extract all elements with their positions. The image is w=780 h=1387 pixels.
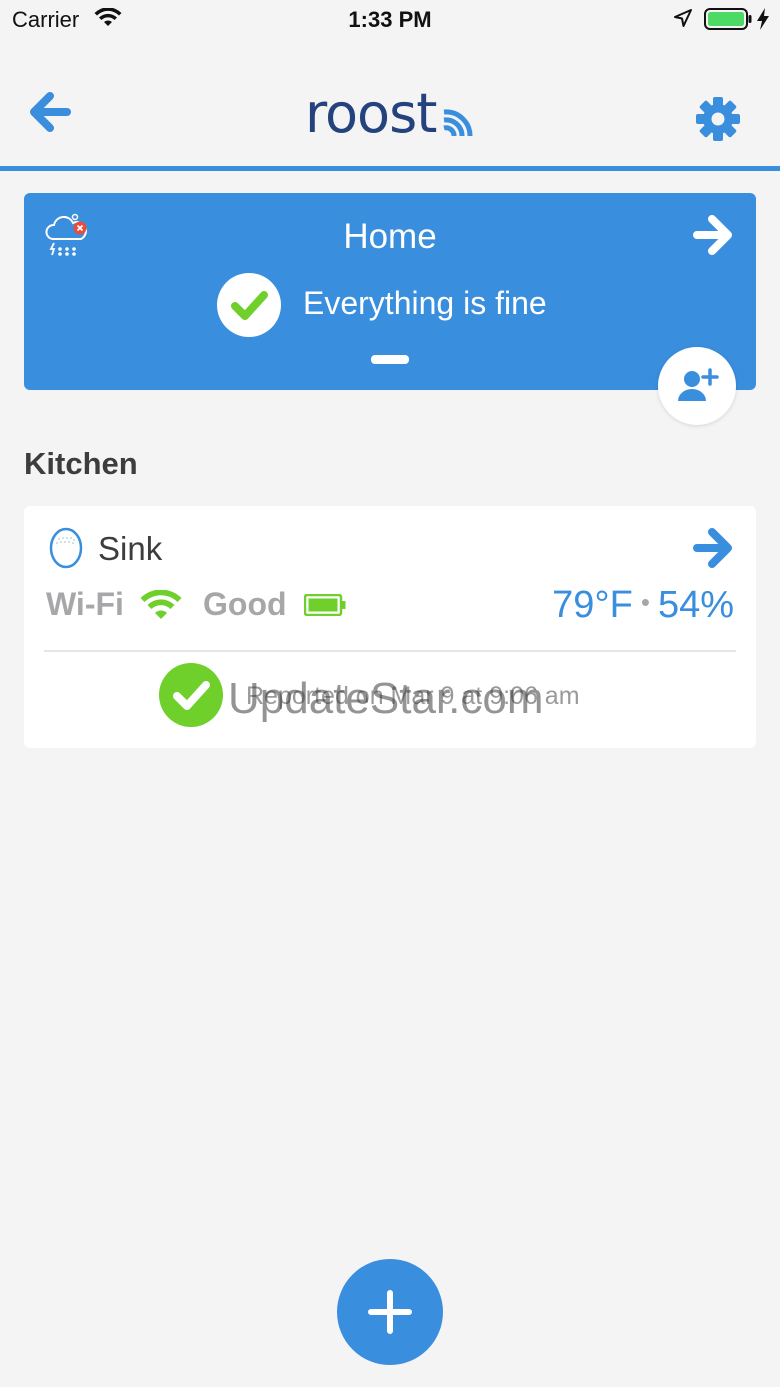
- add-user-button[interactable]: [658, 347, 736, 425]
- location-arrow-icon: [674, 9, 692, 32]
- gear-icon: [694, 97, 742, 147]
- clock: 1:33 PM: [348, 7, 432, 32]
- water-sensor-icon: [48, 527, 84, 574]
- nav-bar: roost: [0, 40, 780, 166]
- wifi-signal-icon: [140, 589, 182, 625]
- add-user-icon: [678, 368, 719, 401]
- page-indicator[interactable]: [371, 355, 409, 364]
- sensor-readings: 79°F • 54%: [552, 584, 734, 627]
- signal-quality-label: Good: [203, 586, 287, 622]
- battery-icon: [303, 593, 346, 621]
- room-title: Kitchen: [24, 446, 138, 481]
- arrow-left-icon: [28, 92, 72, 136]
- back-button[interactable]: [28, 92, 76, 136]
- status-check-icon: [217, 273, 281, 337]
- separator-dot: •: [640, 587, 650, 617]
- charging-bolt-icon: [756, 8, 770, 35]
- logo-text: roost: [305, 82, 437, 145]
- temperature-value: 79°F: [552, 584, 633, 626]
- watermark: UpdateStar.com: [228, 674, 544, 723]
- arrow-right-icon[interactable]: [692, 215, 734, 260]
- signal-waves-icon: [438, 100, 478, 145]
- humidity-value: 54%: [657, 584, 734, 626]
- home-title: Home: [343, 217, 437, 256]
- add-device-button[interactable]: [337, 1259, 443, 1365]
- nav-divider: [0, 166, 780, 171]
- battery-status-icon: [704, 8, 752, 35]
- plus-icon: [368, 1290, 412, 1334]
- home-status-card[interactable]: Home Everything is fine: [24, 193, 756, 390]
- device-card[interactable]: Sink Wi-Fi Good 79°F • 54% Reported on Mar…: [24, 506, 756, 748]
- device-name: Sink: [98, 530, 163, 567]
- card-divider: [44, 650, 736, 652]
- roost-logo: roost: [300, 82, 480, 145]
- settings-button[interactable]: [694, 95, 742, 143]
- status-bar: Carrier 1:33 PM: [0, 0, 780, 40]
- connection-label: Wi-Fi: [46, 586, 124, 622]
- report-check-icon: [159, 663, 223, 727]
- home-status-text: Everything is fine: [303, 285, 547, 321]
- arrow-right-icon[interactable]: [692, 528, 734, 573]
